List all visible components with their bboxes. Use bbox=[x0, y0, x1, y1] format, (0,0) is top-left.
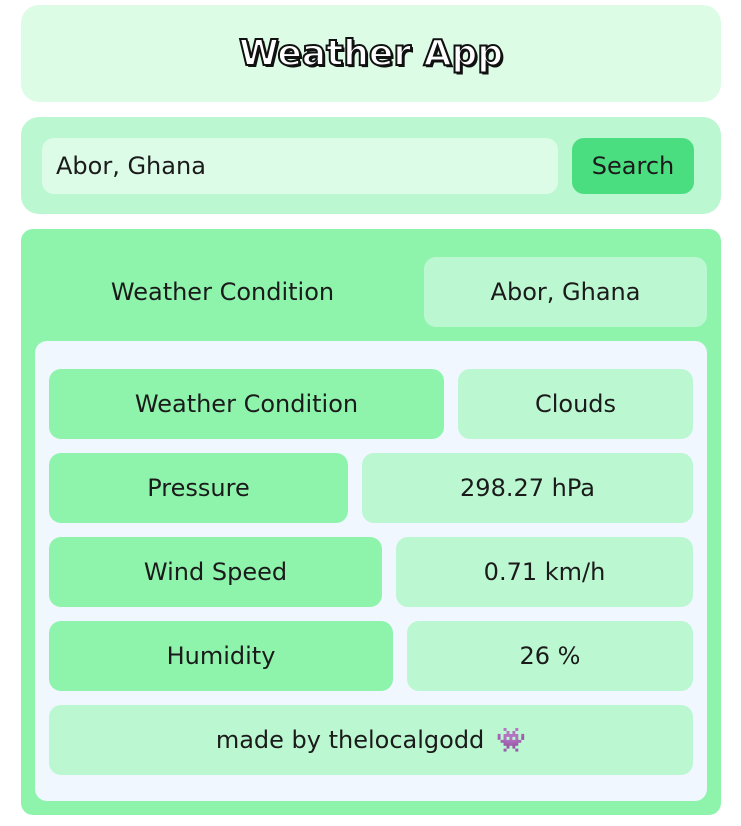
search-button[interactable]: Search bbox=[572, 138, 694, 194]
weather-condition-label: Weather Condition bbox=[49, 369, 444, 439]
pressure-value: 298.27 hPa bbox=[362, 453, 693, 523]
wind-speed-label: Wind Speed bbox=[49, 537, 382, 607]
app-header: Weather App bbox=[21, 5, 721, 102]
location-badge: Abor, Ghana bbox=[424, 257, 707, 327]
weather-card: Weather Condition Abor, Ghana Weather Co… bbox=[21, 229, 721, 815]
humidity-value: 26 % bbox=[407, 621, 693, 691]
search-input[interactable] bbox=[42, 138, 558, 194]
credits-footer: made by thelocalgodd 👾 bbox=[49, 705, 693, 775]
alien-monster-icon: 👾 bbox=[496, 726, 527, 754]
wind-speed-value: 0.71 km/h bbox=[396, 537, 693, 607]
credits-text: made by thelocalgodd bbox=[215, 726, 485, 754]
weather-condition-value: Clouds bbox=[458, 369, 693, 439]
humidity-label: Humidity bbox=[49, 621, 393, 691]
app-title: Weather App bbox=[238, 32, 504, 75]
search-bar: Search bbox=[21, 117, 721, 214]
pressure-label: Pressure bbox=[49, 453, 348, 523]
weather-details-panel: Weather Condition Clouds Pressure 298.27… bbox=[35, 341, 707, 801]
weather-card-title: Weather Condition bbox=[110, 278, 335, 306]
